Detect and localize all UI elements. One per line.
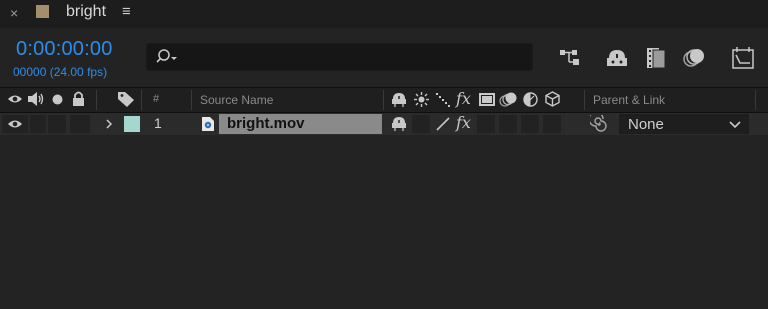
quality-switch-icon[interactable]: [435, 116, 451, 132]
eye-icon[interactable]: [7, 93, 23, 105]
collapse-switch-cell[interactable]: [412, 115, 430, 133]
column-divider[interactable]: [96, 90, 97, 110]
close-tab-icon[interactable]: ×: [10, 5, 18, 21]
panel-menu-icon[interactable]: ≡: [122, 3, 131, 20]
column-divider[interactable]: [141, 90, 142, 110]
graph-editor-icon[interactable]: [729, 44, 757, 72]
3d-icon[interactable]: [545, 91, 560, 107]
shy-icon[interactable]: [603, 44, 631, 72]
eye-icon[interactable]: [7, 118, 23, 130]
fx-icon[interactable]: fx: [456, 89, 471, 108]
expand-layer-icon[interactable]: [104, 116, 114, 132]
parent-selected-value: None: [628, 116, 664, 133]
layer-name-field[interactable]: bright.mov: [202, 114, 382, 134]
frame-blend-icon[interactable]: [478, 92, 496, 107]
shy-switch-icon[interactable]: [390, 116, 408, 131]
timeline-column-header: # Source Name fx Parent & Link: [0, 87, 768, 113]
tag-icon[interactable]: [117, 90, 135, 108]
audio-switch-cell[interactable]: [30, 115, 46, 133]
parent-link-column[interactable]: Parent & Link: [593, 93, 665, 107]
parent-dropdown[interactable]: None: [619, 114, 749, 134]
column-divider[interactable]: [191, 90, 192, 110]
motion-blur-icon[interactable]: [680, 44, 708, 72]
search-icon[interactable]: [155, 48, 179, 66]
video-switch-cell[interactable]: [2, 115, 28, 133]
layer-number-column: #: [153, 93, 160, 105]
fx-switch-icon[interactable]: fx: [456, 113, 471, 132]
pick-whip-icon[interactable]: [590, 115, 608, 133]
layer-name: bright.mov: [227, 115, 305, 132]
adjustment-icon[interactable]: [523, 92, 538, 107]
footage-file-icon: [201, 116, 215, 132]
column-divider[interactable]: [584, 90, 585, 110]
chevron-down-icon[interactable]: [729, 117, 741, 131]
frame-blend-switch-cell[interactable]: [477, 115, 495, 133]
current-time-display[interactable]: 0:00:00:00: [16, 38, 113, 61]
layer-search-input[interactable]: [146, 43, 533, 71]
shy-icon[interactable]: [390, 92, 408, 107]
collapse-icon[interactable]: [414, 92, 429, 107]
lock-icon[interactable]: [72, 91, 85, 106]
source-name-column[interactable]: Source Name: [200, 93, 273, 107]
quality-icon[interactable]: [436, 93, 451, 107]
layer-label-color[interactable]: [124, 116, 140, 132]
motion-blur-icon[interactable]: [499, 91, 518, 108]
composition-color-swatch: [36, 5, 49, 18]
column-divider[interactable]: [755, 90, 756, 110]
solo-switch-cell[interactable]: [48, 115, 66, 133]
motion-blur-switch-cell[interactable]: [499, 115, 517, 133]
frame-blending-icon[interactable]: [642, 44, 670, 72]
layer-number: 1: [154, 115, 162, 131]
solo-icon[interactable]: [52, 94, 63, 105]
composition-tab-title[interactable]: bright: [66, 3, 106, 21]
column-divider[interactable]: [383, 90, 384, 110]
lock-switch-cell[interactable]: [70, 115, 90, 133]
composition-tab-bar: × bright ≡: [0, 0, 768, 28]
3d-switch-cell[interactable]: [543, 115, 561, 133]
composition-flowchart-icon[interactable]: [556, 44, 584, 72]
speaker-icon[interactable]: [27, 92, 45, 106]
frame-count-fps: 00000 (24.00 fps): [13, 65, 108, 79]
adjustment-switch-cell[interactable]: [521, 115, 539, 133]
layer-row[interactable]: 1 bright.mov fx None: [0, 113, 768, 135]
